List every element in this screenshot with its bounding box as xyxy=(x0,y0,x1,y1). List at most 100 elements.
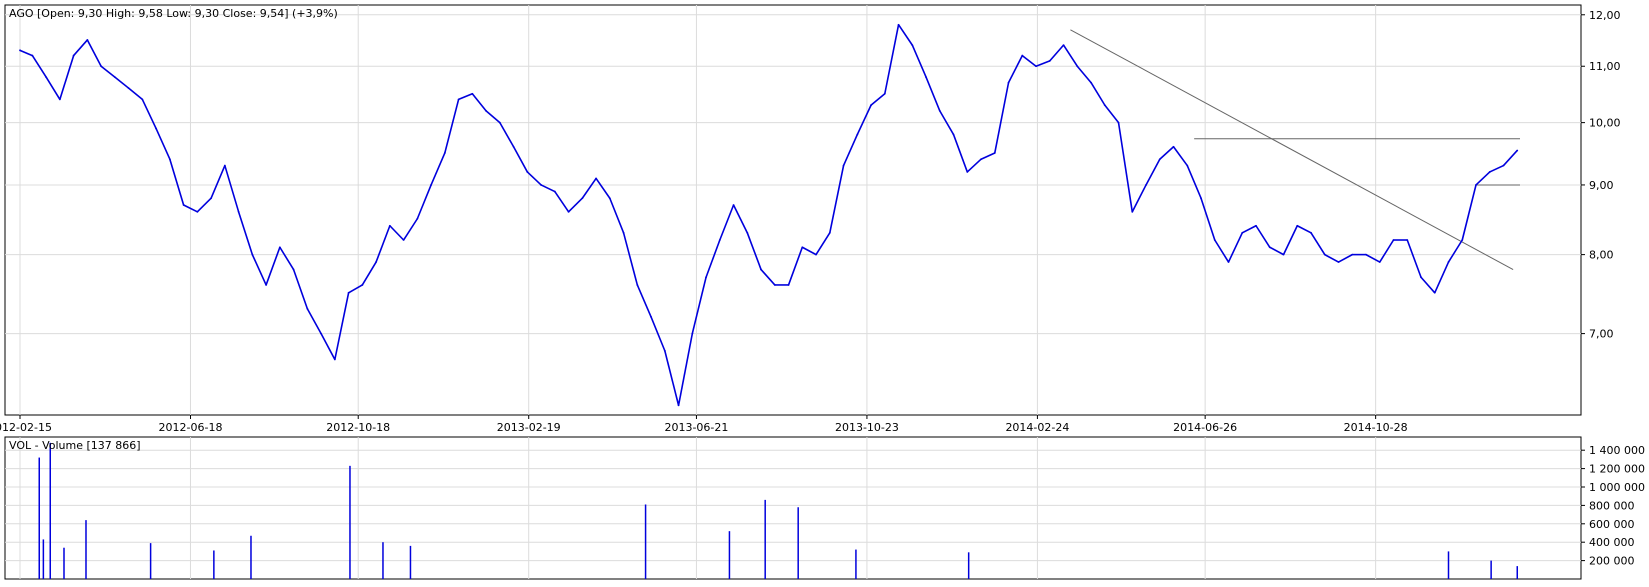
price-point xyxy=(1461,239,1464,241)
price-point xyxy=(320,332,322,335)
price-point xyxy=(292,268,295,271)
volume-bar xyxy=(1447,551,1450,579)
price-x-tick-label: 2013-10-23 xyxy=(835,421,899,434)
price-point xyxy=(443,152,446,154)
price-point xyxy=(952,133,955,136)
price-point xyxy=(746,231,749,234)
price-point xyxy=(223,164,226,167)
price-point xyxy=(31,54,34,57)
price-point xyxy=(1158,158,1161,161)
price-point xyxy=(388,224,391,227)
price-point xyxy=(1282,253,1285,256)
price-point xyxy=(691,332,694,335)
price-point xyxy=(1406,239,1409,241)
price-x-tick-label: 2014-06-26 xyxy=(1173,421,1237,434)
price-x-tick-label: 2012-06-18 xyxy=(159,421,223,434)
volume-bar xyxy=(250,535,252,579)
price-point xyxy=(897,23,900,26)
price-point xyxy=(925,76,927,78)
price-point xyxy=(155,127,158,130)
price-point xyxy=(86,39,89,41)
volume-bar xyxy=(1516,566,1519,579)
volume-y-tick-label: 400 000 xyxy=(1589,536,1635,549)
price-point xyxy=(1048,59,1051,62)
price-point xyxy=(1145,184,1147,186)
volume-bar xyxy=(149,543,152,579)
volume-bar xyxy=(1490,560,1492,579)
volume-y-tick-label: 200 000 xyxy=(1589,555,1635,568)
price-point xyxy=(1131,210,1134,213)
price-x-tick-label: 2014-10-28 xyxy=(1344,421,1408,434)
price-point xyxy=(856,133,859,136)
price-point xyxy=(1172,145,1175,148)
price-point xyxy=(485,110,487,112)
price-point xyxy=(1516,149,1519,152)
price-point xyxy=(237,210,240,213)
price-point xyxy=(677,404,680,407)
volume-panel-frame xyxy=(4,436,1582,580)
price-point xyxy=(938,110,941,112)
volume-bar xyxy=(409,545,412,579)
price-point xyxy=(663,349,666,352)
price-point xyxy=(1200,197,1202,200)
volume-bar xyxy=(63,547,65,579)
price-point xyxy=(430,184,432,186)
price-point xyxy=(72,54,75,57)
price-point xyxy=(595,177,597,180)
price-y-tick-label: 8,00 xyxy=(1589,249,1614,262)
price-point xyxy=(1337,261,1340,263)
price-point xyxy=(801,246,804,249)
price-point xyxy=(196,210,199,213)
stock-chart: 12,0011,0010,009,008,007,00 2012-02-15 20… xyxy=(0,0,1649,583)
volume-y-tick-label: 1 200 000 xyxy=(1589,463,1645,476)
chart-canvas: 12,0011,0010,009,008,007,00 2012-02-15 20… xyxy=(0,4,1645,580)
price-point xyxy=(1035,65,1037,68)
price-point xyxy=(622,231,625,234)
price-point xyxy=(127,87,130,90)
price-point xyxy=(540,184,542,186)
price-point xyxy=(1365,253,1367,256)
price-point xyxy=(1447,261,1450,263)
price-point xyxy=(168,158,171,161)
volume-bar xyxy=(382,542,384,579)
price-point xyxy=(980,158,982,161)
price-y-axis: 12,00 11,00 10,00 9,00 8,00 7,00 xyxy=(1581,9,1621,341)
price-point xyxy=(1475,184,1477,186)
price-panel-title: AGO [Open: 9,30 High: 9,58 Low: 9,30 Clo… xyxy=(9,7,338,20)
price-x-tick-label: 2012-02-15 xyxy=(0,421,52,434)
price-point xyxy=(1062,44,1065,47)
price-point xyxy=(526,171,529,173)
volume-bar xyxy=(213,550,215,579)
price-point xyxy=(1378,261,1381,263)
price-point xyxy=(567,210,570,213)
volume-bar xyxy=(855,549,857,579)
price-point xyxy=(1103,104,1106,107)
price-x-tick-label: 2013-02-19 xyxy=(497,421,561,434)
price-point xyxy=(828,231,831,234)
price-point xyxy=(1227,261,1230,263)
price-point xyxy=(361,284,364,286)
price-point xyxy=(182,204,185,206)
volume-bar xyxy=(85,520,87,579)
volume-bar xyxy=(728,531,731,579)
volume-bar xyxy=(42,539,45,579)
price-x-tick-label: 2013-06-21 xyxy=(664,421,728,434)
price-x-tick-label: 2014-02-24 xyxy=(1005,421,1069,434)
price-point xyxy=(1310,231,1312,234)
price-point xyxy=(278,246,281,249)
volume-bar xyxy=(967,552,970,579)
volume-y-tick-label: 800 000 xyxy=(1589,499,1635,512)
price-point xyxy=(1241,231,1244,234)
price-point xyxy=(1076,65,1079,68)
price-x-axis: 2012-02-15 2012-06-18 2012-10-18 2013-02-19… xyxy=(0,415,1408,434)
price-point xyxy=(911,44,914,47)
price-point xyxy=(1268,246,1271,249)
price-point xyxy=(883,92,886,95)
price-point xyxy=(608,197,611,200)
price-point xyxy=(457,98,460,101)
volume-bar xyxy=(797,507,799,579)
price-point xyxy=(347,291,350,294)
price-point xyxy=(1433,291,1436,294)
price-point xyxy=(787,284,790,286)
price-point xyxy=(732,204,735,206)
